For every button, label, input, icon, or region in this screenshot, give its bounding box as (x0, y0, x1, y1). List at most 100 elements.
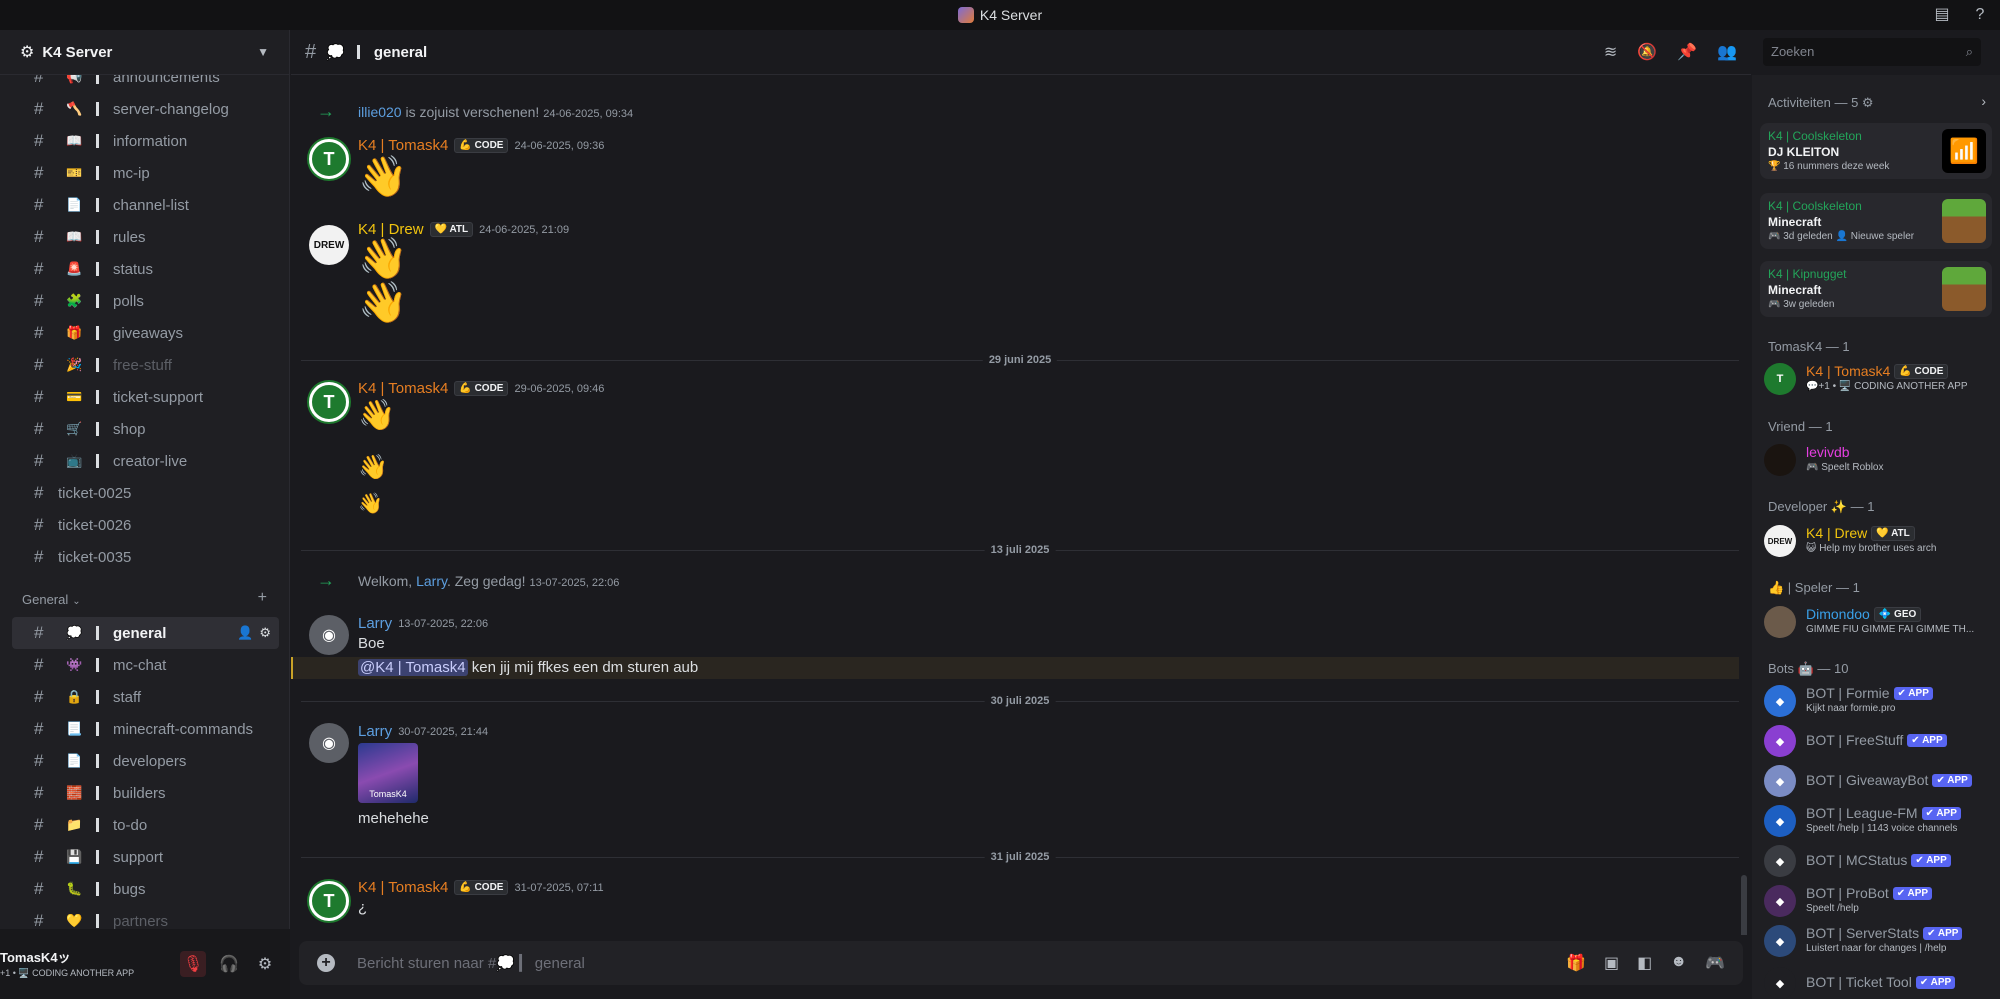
channel-item-partners[interactable]: # 💛 partners (12, 905, 279, 929)
avatar[interactable]: DREW (309, 225, 349, 265)
notification-bell-icon[interactable]: 🔕 (1637, 42, 1657, 62)
help-icon[interactable]: ? (1970, 5, 1990, 25)
channel-item-status[interactable]: # 🚨 status (12, 253, 279, 285)
gif-icon[interactable]: ▣ (1604, 953, 1619, 973)
member-item-bot[interactable]: ◆ BOT | GiveawayBot ✔ APP (1764, 763, 1994, 799)
channel-item-rules[interactable]: # 📖 rules (12, 221, 279, 253)
wifi-icon: 📶 (1942, 129, 1986, 173)
message-author[interactable]: K4 | Drew (358, 221, 424, 238)
channel-item-bugs[interactable]: # 🐛 bugs (12, 873, 279, 905)
search-input[interactable]: Zoeken ⌕ (1763, 38, 1981, 66)
channel-hash-icon: # (34, 483, 44, 502)
gift-icon[interactable]: 🎁 (1566, 953, 1586, 973)
emoji-icon[interactable]: ☻ (1670, 953, 1687, 973)
channel-label: partners (113, 912, 169, 930)
channel-item-mc-ip[interactable]: # 🎫 mc-ip (12, 157, 279, 189)
category-general[interactable]: General ⌄ + (0, 577, 289, 613)
channel-label: server-changelog (113, 100, 229, 118)
channel-item-giveaways[interactable]: # 🎁 giveaways (12, 317, 279, 349)
image-attachment[interactable]: TomasK4 (358, 743, 418, 803)
avatar[interactable]: T (309, 139, 349, 179)
member-item-bot[interactable]: ◆ BOT | Formie ✔ APP Kijkt naar formie.pro (1764, 683, 1994, 719)
channel-item-staff[interactable]: # 🔒 staff (12, 681, 279, 713)
channel-item-ticket-0035[interactable]: # ticket-0035 (12, 541, 279, 573)
channel-item-ticket-0026[interactable]: # ticket-0026 (12, 509, 279, 541)
add-attachment-icon[interactable]: + (317, 954, 335, 972)
activity-card[interactable]: K4 | Coolskeleton DJ KLEITON 🏆 16 nummer… (1760, 123, 1992, 179)
channel-item-mc-chat[interactable]: # 👾 mc-chat (12, 649, 279, 681)
user-mention[interactable]: @K4 | Tomask4 (358, 659, 468, 676)
message-author[interactable]: Larry (358, 615, 392, 632)
wave-emoji: 👋 (358, 281, 408, 325)
channel-item-general[interactable]: # 💭 general 👤 ⚙ (12, 617, 279, 649)
channel-hash-icon: # (34, 623, 44, 642)
activity-icon[interactable]: 🎮 (1705, 953, 1725, 973)
channel-label: announcements (113, 75, 220, 86)
channel-item-free-stuff[interactable]: # 🎉 free-stuff (12, 349, 279, 381)
channel-label: polls (113, 292, 144, 310)
member-item-bot[interactable]: ◆ BOT | Ticket Tool ✔ APP (1764, 965, 1994, 999)
chevron-right-icon[interactable]: › (1981, 93, 1986, 109)
message-list: → illie020 is zojuist verschenen! 24-06-… (291, 75, 1751, 935)
channel-hash-icon: # (34, 847, 44, 866)
sticker-icon[interactable]: ◧ (1637, 953, 1652, 973)
invite-icon[interactable]: 👤 (237, 625, 253, 641)
server-header[interactable]: ⚙ K4 Server ▼ (0, 30, 289, 75)
channel-item-minecraft-commands[interactable]: # 📃 minecraft-commands (12, 713, 279, 745)
threads-icon[interactable]: ≋ (1604, 42, 1617, 62)
member-item-bot[interactable]: ◆ BOT | ProBot ✔ APP Speelt /help (1764, 883, 1994, 919)
message-author[interactable]: K4 | Tomask4 (358, 137, 448, 154)
channel-item-information[interactable]: # 📖 information (12, 125, 279, 157)
channel-item-channel-list[interactable]: # 📄 channel-list (12, 189, 279, 221)
user-info[interactable]: TomasK4ッ +1 • 🖥️ CODING ANOTHER APP (0, 947, 134, 979)
channel-hash-icon: # (34, 687, 44, 706)
member-item-bot[interactable]: ◆ BOT | League-FM ✔ APP Speelt /help | 1143… (1764, 803, 1994, 839)
channel-item-ticket-0025[interactable]: # ticket-0025 (12, 477, 279, 509)
member-item-bot[interactable]: ◆ BOT | FreeStuff ✔ APP (1764, 723, 1994, 759)
channel-item-builders[interactable]: # 🧱 builders (12, 777, 279, 809)
settings-gear-icon[interactable]: ⚙ (252, 951, 278, 977)
channel-item-shop[interactable]: # 🛒 shop (12, 413, 279, 445)
channel-item-polls[interactable]: # 🧩 polls (12, 285, 279, 317)
channel-item-support[interactable]: # 💾 support (12, 841, 279, 873)
channel-hash-icon: # (34, 751, 44, 770)
mute-icon[interactable]: 🎙 (180, 951, 206, 977)
activity-card[interactable]: K4 | Coolskeleton Minecraft 🎮 3d geleden… (1760, 193, 1992, 249)
avatar[interactable]: ◉ (309, 615, 349, 655)
avatar[interactable]: T (309, 881, 349, 921)
add-channel-icon[interactable]: + (258, 589, 267, 607)
avatar[interactable]: ◉ (309, 723, 349, 763)
chat-header: # 💭 general ≋ 🔕 📌 👥 Zoeken ⌕ (291, 30, 1981, 75)
avatar[interactable]: T (309, 382, 349, 422)
channel-hash-icon: # (34, 815, 44, 834)
channel-item-developers[interactable]: # 📄 developers (12, 745, 279, 777)
member-item[interactable]: levivdb 🎮 Speelt Roblox (1764, 442, 1994, 478)
member-item-bot[interactable]: ◆ BOT | ServerStats ✔ APP Luistert naar for… (1764, 923, 1994, 959)
channel-label: ticket-0025 (58, 484, 132, 502)
minecraft-icon (1942, 267, 1986, 311)
channel-label: developers (113, 752, 187, 770)
member-list-icon[interactable]: 👥 (1717, 42, 1737, 62)
message-author[interactable]: K4 | Tomask4 (358, 879, 448, 896)
channel-settings-icon[interactable]: ⚙ (259, 625, 271, 641)
search-icon: ⌕ (1965, 44, 1973, 59)
member-item[interactable]: DREW K4 | Drew 💛 ATL 😺 Help my brother us… (1764, 523, 1994, 559)
member-item[interactable]: T K4 | Tomask4 💪 CODE 💬+1 • 🖥️ CODING ANO… (1764, 361, 1994, 397)
headphones-icon[interactable]: 🎧 (216, 951, 242, 977)
member-item[interactable]: Dimondoo 💠 GEO GIMME FIU GIMME FAI GIMME … (1764, 604, 1994, 640)
channel-item-announcements[interactable]: # 📢 announcements (12, 75, 279, 93)
inbox-icon[interactable]: ▤ (1932, 5, 1952, 25)
message-author[interactable]: Larry (358, 723, 392, 740)
server-icon (957, 7, 974, 23)
activity-card[interactable]: K4 | Kipnugget Minecraft 🎮 3w geleden (1760, 261, 1992, 317)
channel-label: mc-chat (113, 656, 167, 674)
message-input[interactable]: + Bericht sturen naar #💭 ▎ general 🎁 ▣ ◧… (299, 941, 1743, 985)
scrollbar[interactable] (1741, 875, 1747, 935)
member-item-bot[interactable]: ◆ BOT | MCStatus ✔ APP (1764, 843, 1994, 879)
channel-item-server-changelog[interactable]: # 🪓 server-changelog (12, 93, 279, 125)
pin-icon[interactable]: 📌 (1677, 42, 1697, 62)
channel-item-creator-live[interactable]: # 📺 creator-live (12, 445, 279, 477)
channel-label: support (113, 848, 164, 866)
channel-item-to-do[interactable]: # 📁 to-do (12, 809, 279, 841)
channel-item-ticket-support[interactable]: # 💳 ticket-support (12, 381, 279, 413)
